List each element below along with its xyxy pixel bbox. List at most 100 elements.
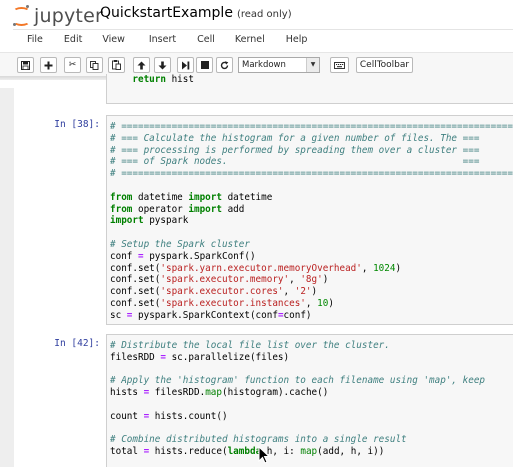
stop-icon	[200, 61, 209, 69]
code-keyword: from	[110, 191, 133, 203]
notebook-title[interactable]: QuickstartExample (read only)	[100, 5, 292, 21]
code-line: total = hists.reduce(lambda h, i: map(ad…	[110, 446, 385, 458]
code-comment-line: # ======================================…	[110, 121, 513, 132]
read-only-status: (read only)	[236, 9, 292, 20]
cut-icon: ✂	[68, 60, 77, 70]
code-string: 'spark.yarn.executor.memoryOverhead'	[160, 262, 362, 274]
code-string: 'spark.executor.cores'	[160, 286, 284, 298]
celltoolbar-button[interactable]: CellToolbar	[356, 57, 413, 73]
arrow-up-icon	[137, 61, 146, 69]
code-line: from datetime import datetime	[110, 191, 273, 203]
code-operator: =	[160, 351, 166, 363]
jupyter-logo-icon	[12, 5, 32, 27]
menu-help[interactable]: Help	[286, 31, 308, 49]
code-cell-input[interactable]: # ======================================…	[106, 115, 513, 325]
menu-kernel[interactable]: Kernel	[235, 31, 265, 49]
code-blank-line	[107, 227, 513, 239]
code-keyword: import	[188, 191, 222, 203]
cell-prompt: In [42]:	[54, 338, 100, 349]
celltoolbar-label: CellToolbar	[359, 60, 410, 70]
code-operator: =	[126, 309, 133, 321]
menu-insert[interactable]: Insert	[149, 31, 176, 49]
command-palette-button[interactable]	[330, 57, 349, 73]
code-operator: =	[277, 309, 284, 321]
notebook-name[interactable]: QuickstartExample	[100, 5, 233, 21]
code-comment-line: # === processing is performed by spreadi…	[110, 144, 480, 156]
code-number: 1024	[373, 262, 396, 274]
run-cell-button[interactable]	[177, 57, 194, 73]
keyboard-icon	[334, 61, 345, 69]
code-line: conf.set('spark.executor.memory', '8g')	[110, 274, 329, 286]
code-operator: =	[143, 446, 150, 458]
code-cell-input[interactable]: return hist	[106, 74, 513, 104]
code-keyword: import	[110, 215, 144, 227]
code-builtin: map	[205, 387, 222, 399]
jupyter-logo[interactable]: jupyter	[12, 4, 103, 28]
code-line: from operator import add	[110, 203, 245, 215]
cut-button[interactable]: ✂	[64, 57, 81, 73]
code-line: sc = pyspark.SparkContext(conf=conf)	[110, 309, 312, 321]
code-line: import pyspark	[110, 215, 189, 227]
move-up-button[interactable]	[133, 57, 150, 73]
move-down-button[interactable]	[154, 57, 171, 73]
cell-type-select[interactable]: Markdown ▼	[238, 57, 320, 73]
plus-icon	[44, 61, 53, 69]
code-comment-line: # === Calculate the histogram for a give…	[110, 132, 480, 144]
code-blank-line	[107, 364, 513, 376]
code-line: conf.set('spark.executor.cores', '2')	[110, 286, 318, 298]
header-divider	[13, 29, 513, 30]
cell-type-value: Markdown	[242, 60, 286, 70]
code-operator: =	[138, 250, 144, 262]
copy-button[interactable]	[86, 57, 103, 73]
menu-bar: File Edit View Insert Cell Kernel Help	[18, 31, 307, 49]
code-comment-line: # Combine distributed histograms into a …	[110, 434, 407, 446]
code-line: count = hists.count()	[110, 410, 228, 422]
code-blank-line	[107, 180, 513, 192]
step-forward-icon	[182, 61, 190, 69]
code-blank-line	[107, 423, 513, 435]
menu-cell[interactable]: Cell	[197, 31, 215, 49]
paste-icon	[112, 60, 121, 70]
code-keyword: from	[110, 203, 133, 215]
save-button[interactable]	[17, 57, 34, 73]
interrupt-kernel-button[interactable]	[196, 57, 213, 73]
menu-view[interactable]: View	[102, 31, 125, 49]
code-line: conf = pyspark.SparkConf()	[110, 250, 256, 262]
code-keyword: import	[188, 203, 222, 215]
code-operator: =	[143, 387, 150, 399]
code-comment-line: # ======================================…	[110, 168, 513, 180]
code-builtin: map	[300, 446, 318, 458]
code-line: conf.set('spark.executor.instances', 10)	[110, 297, 334, 309]
paste-button[interactable]	[108, 57, 125, 73]
code-comment-line: # === of Spark nodes. ===	[110, 156, 480, 168]
insert-cell-button[interactable]	[40, 57, 57, 73]
restart-kernel-button[interactable]	[216, 57, 233, 73]
code-cell-input[interactable]: # Distribute the local file list over th…	[106, 334, 513, 467]
cell-prompt: In [38]:	[54, 119, 100, 130]
code-comment-line: # Distribute the local file list over th…	[110, 340, 390, 351]
code-comment-line: # Setup the Spark cluster	[110, 238, 250, 250]
code-line: filesRDD = sc.parallelize(files)	[110, 351, 290, 363]
code-string: 'spark.executor.memory'	[160, 274, 290, 286]
refresh-icon	[220, 60, 229, 69]
menu-file[interactable]: File	[27, 31, 43, 49]
code-line: hists = filesRDD.map(histogram).cache()	[110, 387, 329, 399]
mouse-cursor-icon	[258, 446, 270, 464]
copy-icon	[90, 60, 99, 70]
code-number: 10	[317, 297, 329, 309]
menu-edit[interactable]: Edit	[64, 31, 82, 49]
code-string: '8g'	[300, 274, 323, 286]
code-operator: =	[143, 410, 150, 422]
code-string: '2'	[294, 286, 312, 298]
code-line: return hist	[107, 74, 513, 86]
code-text: hist	[165, 74, 194, 85]
logo-text: jupyter	[34, 5, 103, 27]
code-blank-line	[107, 399, 513, 411]
arrow-down-icon	[158, 61, 167, 69]
code-keyword: lambda	[227, 446, 262, 458]
save-icon	[21, 60, 30, 70]
chevron-down-icon: ▼	[306, 58, 319, 72]
code-keyword: return	[132, 74, 166, 85]
code-comment-line: # Apply the 'histogram' function to each…	[110, 375, 486, 387]
